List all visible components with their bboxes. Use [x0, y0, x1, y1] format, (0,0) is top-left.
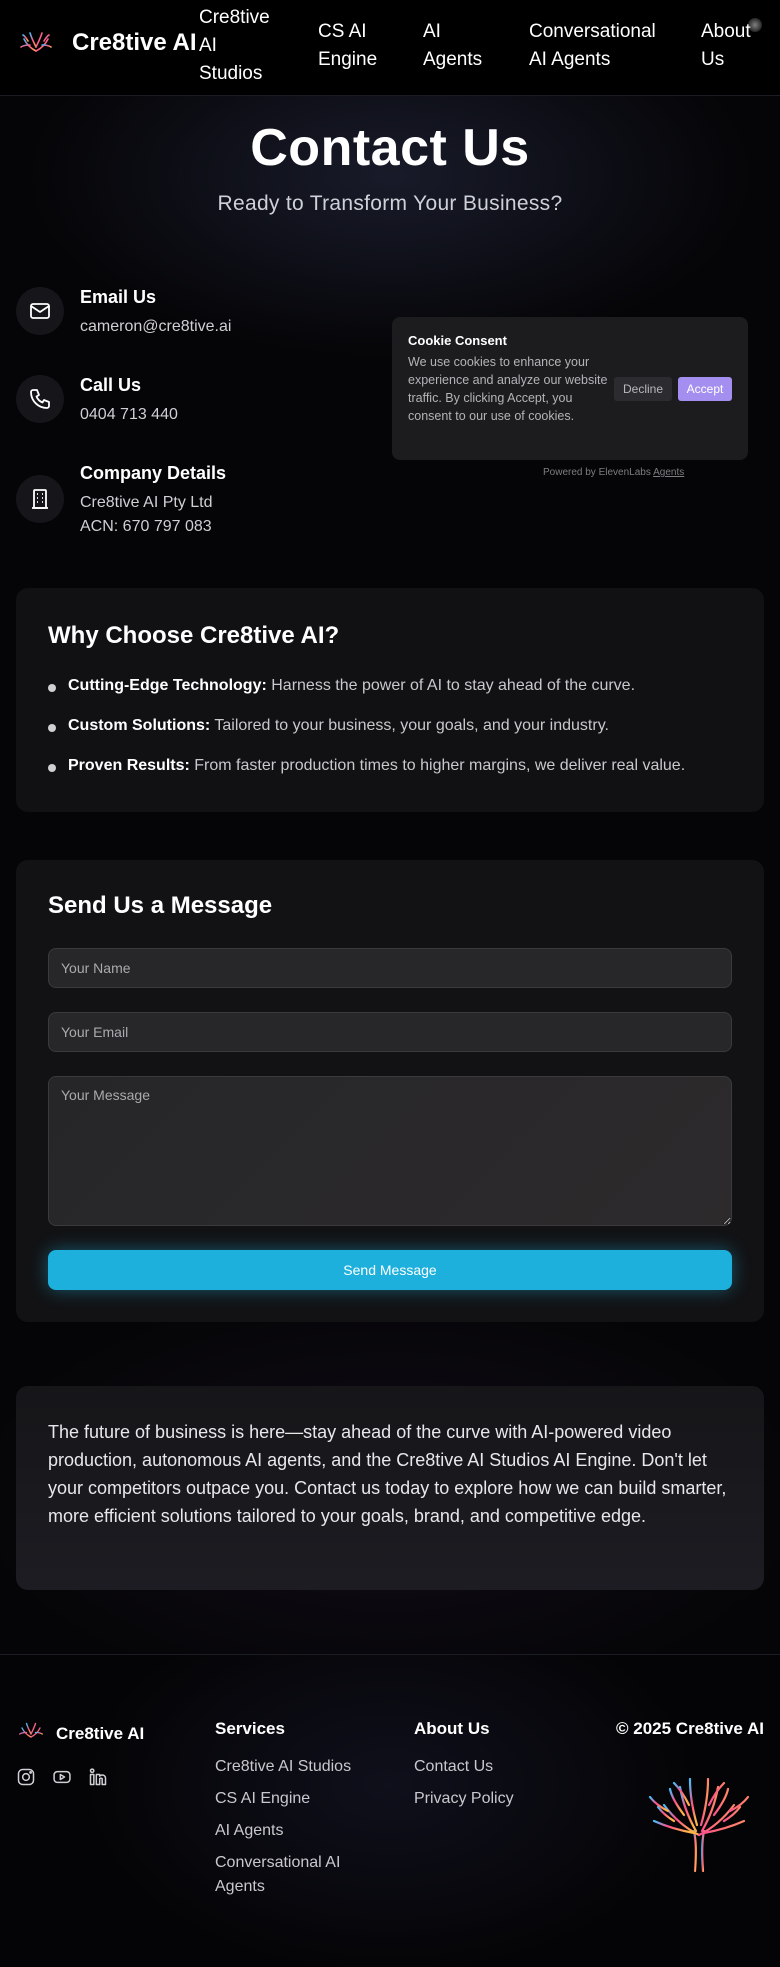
footer-logo-icon[interactable] [16, 1719, 46, 1749]
powered-by-text: Powered by ElevenLabs [543, 467, 651, 478]
message-field[interactable] [48, 1076, 732, 1226]
why-choose-section: Why Choose Cre8tive AI? Cutting-Edge Tec… [16, 588, 764, 812]
phone-value[interactable]: 0404 713 440 [80, 403, 178, 427]
powered-by-link[interactable]: Agents [653, 467, 684, 478]
footer-link-studios[interactable]: Cre8tive AI Studios [215, 1755, 351, 1779]
future-callout: The future of business is here—stay ahea… [16, 1386, 764, 1590]
nav-link-ai-agents[interactable]: AI Agents [423, 18, 485, 74]
bullet-icon [48, 724, 56, 732]
phone-icon [16, 375, 64, 423]
footer-link-ai-agents[interactable]: AI Agents [215, 1819, 284, 1843]
list-item-bold: Cutting-Edge Technology: [68, 677, 267, 694]
youtube-icon[interactable] [52, 1767, 72, 1787]
cookie-decline-button[interactable]: Decline [614, 377, 672, 401]
company-title: Company Details [80, 463, 227, 483]
contact-call: Call Us 0404 713 440 [16, 375, 376, 435]
nav-link-cs-ai-engine[interactable]: CS AI Engine [318, 18, 388, 74]
page-title: Contact Us [250, 119, 530, 177]
company-name: Cre8tive AI Pty Ltd [80, 494, 213, 511]
cookie-consent-banner: Cookie Consent We use cookies to enhance… [392, 317, 748, 460]
why-title: Why Choose Cre8tive AI? [48, 622, 340, 649]
footer-link-contact-us[interactable]: Contact Us [414, 1755, 493, 1779]
tree-illustration-icon [648, 1775, 750, 1873]
logo-tree-icon[interactable] [16, 27, 56, 67]
cookie-title: Cookie Consent [408, 333, 507, 348]
copyright: © 2025 Cre8tive AI [616, 1719, 764, 1738]
list-item-text: Harness the power of AI to stay ahead of… [271, 677, 636, 694]
list-item-bold: Custom Solutions: [68, 717, 211, 734]
list-item-text: From faster production times to higher m… [194, 757, 686, 774]
glow-dot [748, 18, 762, 32]
services-heading: Services [215, 1719, 285, 1738]
email-value[interactable]: cameron@cre8tive.ai [80, 315, 231, 339]
form-title: Send Us a Message [48, 892, 273, 919]
cookie-body: We use cookies to enhance your experienc… [408, 355, 608, 423]
linkedin-icon[interactable] [88, 1767, 108, 1787]
contact-company: Company Details Cre8tive AI Pty Ltd ACN:… [16, 463, 376, 543]
bullet-icon [48, 684, 56, 692]
page-subtitle: Ready to Transform Your Business? [217, 192, 563, 215]
send-message-button[interactable]: Send Message [48, 1250, 732, 1290]
email-field[interactable] [48, 1012, 732, 1052]
nav-link-studios[interactable]: Cre8tive AI Studios [199, 4, 279, 88]
name-field[interactable] [48, 948, 732, 988]
building-icon [16, 475, 64, 523]
bullet-icon [48, 764, 56, 772]
footer-brand: Cre8tive AI [56, 1724, 145, 1743]
contact-form: Send Us a Message Send Message [16, 860, 764, 1322]
company-acn: ACN: 670 797 083 [80, 518, 212, 535]
call-title: Call Us [80, 375, 142, 395]
contact-email: Email Us cameron@cre8tive.ai [16, 287, 376, 347]
about-heading: About Us [414, 1719, 490, 1738]
footer-link-cs-ai-engine[interactable]: CS AI Engine [215, 1787, 310, 1811]
list-item-bold: Proven Results: [68, 757, 190, 774]
list-item-text: Tailored to your business, your goals, a… [214, 717, 609, 734]
footer-link-conversational-ai-agents[interactable]: Conversational AI Agents [215, 1851, 365, 1899]
footer-link-privacy-policy[interactable]: Privacy Policy [414, 1787, 514, 1811]
top-nav: Cre8tive AI Cre8tive AI Studios CS AI En… [0, 0, 780, 96]
brand-name[interactable]: Cre8tive AI [72, 29, 197, 57]
cookie-accept-button[interactable]: Accept [678, 377, 732, 401]
future-text: The future of business is here—stay ahea… [48, 1422, 727, 1526]
mail-icon [16, 287, 64, 335]
instagram-icon[interactable] [16, 1767, 36, 1787]
footer: Cre8tive AI Services Cre8tive AI Studios… [0, 1654, 780, 1967]
nav-link-conversational-ai-agents[interactable]: Conversational AI Agents [529, 18, 665, 74]
email-title: Email Us [80, 287, 157, 307]
